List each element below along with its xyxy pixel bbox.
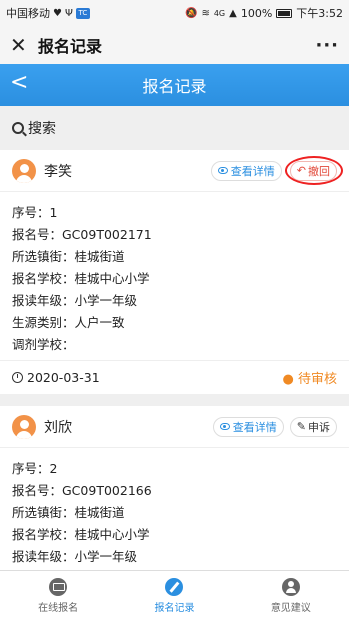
info-row: 报读年级：小学一年级 bbox=[12, 293, 138, 308]
pen-icon: ✎ bbox=[296, 420, 306, 433]
info-row: 所选镇街：桂城街道 bbox=[12, 249, 125, 264]
info-row: 序号：2 bbox=[12, 461, 58, 476]
info-row: 报名学校：桂城中心小学 bbox=[12, 527, 150, 542]
status-label: 待审核 bbox=[297, 372, 337, 387]
info-row: 报名号：GC09T002166 bbox=[12, 483, 152, 498]
clock-time: 下午3:52 bbox=[296, 7, 343, 20]
avatar bbox=[12, 414, 36, 439]
search-label: 搜索 bbox=[28, 121, 56, 137]
info-row: 生源类别：人户一致 bbox=[12, 315, 125, 330]
eye-icon bbox=[217, 167, 228, 174]
student-name: 李笑 bbox=[44, 163, 72, 180]
signal-icon: ▲ bbox=[229, 7, 237, 19]
clock-icon bbox=[12, 372, 23, 383]
view-details-button[interactable]: 查看详情 bbox=[210, 160, 282, 181]
webview-title: 报名记录 bbox=[38, 37, 103, 56]
webview-titlebar: ✕ 报名记录 ··· bbox=[0, 26, 349, 64]
info-row: 报名学校：桂城中心小学 bbox=[12, 271, 150, 286]
record-card-header: 刘欣 查看详情 ✎ 申诉 bbox=[0, 406, 349, 448]
back-icon[interactable]: < bbox=[10, 70, 28, 95]
tab-label: 意见建议 bbox=[270, 602, 311, 614]
tab-online-registration[interactable]: 在线报名 bbox=[0, 571, 116, 620]
usb-icon: Ψ bbox=[64, 7, 73, 19]
page-title: 报名记录 bbox=[142, 77, 207, 96]
carrier-label: 中国移动 bbox=[6, 7, 50, 20]
monitor-icon bbox=[49, 577, 68, 596]
record-info: 序号：1 报名号：GC09T002171 所选镇街：桂城街道 报名学校：桂城中心… bbox=[0, 192, 349, 360]
undo-icon: ↶ bbox=[296, 164, 306, 177]
recall-button[interactable]: ↶ 撤回 bbox=[289, 160, 337, 181]
app-notification-icon: TC bbox=[75, 7, 90, 19]
mute-icon: 🔕 bbox=[185, 7, 198, 19]
pencil-icon bbox=[165, 577, 184, 596]
signal-label: 4G bbox=[213, 8, 226, 18]
appeal-button[interactable]: ✎ 申诉 bbox=[289, 416, 337, 437]
record-card: 李笑 查看详情 ↶ 撤回 序号：1 报名号：GC09T002171 所选镇街：桂… bbox=[0, 150, 349, 394]
eye-icon bbox=[219, 423, 230, 430]
record-list[interactable]: 搜索 李笑 查看详情 ↶ 撤回 序号：1 报名号：GC09T002171 所选镇… bbox=[0, 106, 349, 570]
tab-feedback[interactable]: 意见建议 bbox=[233, 571, 349, 620]
record-card: 刘欣 查看详情 ✎ 申诉 序号：2 报名号：GC09T002166 所选镇街：桂… bbox=[0, 406, 349, 570]
tab-label: 在线报名 bbox=[38, 602, 79, 614]
info-row: 报读年级：小学一年级 bbox=[12, 549, 138, 564]
page-header: < 报名记录 bbox=[0, 64, 349, 106]
avatar bbox=[12, 158, 36, 183]
info-row: 序号：1 bbox=[12, 205, 58, 220]
record-card-header: 李笑 查看详情 ↶ 撤回 bbox=[0, 150, 349, 192]
wifi-icon: ≋ bbox=[201, 7, 210, 19]
appeal-label: 申诉 bbox=[308, 420, 330, 434]
record-info: 序号：2 报名号：GC09T002166 所选镇街：桂城街道 报名学校：桂城中心… bbox=[0, 448, 349, 570]
status-badge: ● 待审核 bbox=[282, 372, 338, 387]
battery-percent: 100% bbox=[240, 6, 273, 20]
search-icon bbox=[12, 122, 24, 134]
view-details-label: 查看详情 bbox=[232, 420, 277, 434]
more-menu-icon[interactable]: ··· bbox=[315, 35, 339, 56]
record-footer: 2020-03-31 ● 待审核 bbox=[0, 360, 349, 394]
close-icon[interactable]: ✕ bbox=[10, 35, 30, 55]
recall-label: 撤回 bbox=[308, 164, 330, 178]
user-icon bbox=[281, 577, 300, 596]
bottom-tab-bar: 在线报名 报名记录 意见建议 bbox=[0, 570, 349, 620]
heart-icon: ♥ bbox=[53, 7, 62, 19]
info-row: 调剂学校： bbox=[12, 337, 75, 352]
status-bar: 中国移动 ♥ Ψ TC 🔕 ≋ 4G ▲ 100% 下午3:52 bbox=[0, 0, 349, 26]
tab-registration-records[interactable]: 报名记录 bbox=[116, 571, 232, 620]
info-row: 报名号：GC09T002171 bbox=[12, 227, 152, 242]
search-bar[interactable]: 搜索 bbox=[0, 106, 349, 150]
battery-icon bbox=[276, 8, 293, 18]
tab-label: 报名记录 bbox=[154, 602, 195, 614]
record-date: 2020-03-31 bbox=[27, 370, 100, 385]
view-details-button[interactable]: 查看详情 bbox=[212, 416, 284, 437]
view-details-label: 查看详情 bbox=[230, 164, 275, 178]
info-row: 所选镇街：桂城街道 bbox=[12, 505, 125, 520]
student-name: 刘欣 bbox=[44, 419, 72, 436]
